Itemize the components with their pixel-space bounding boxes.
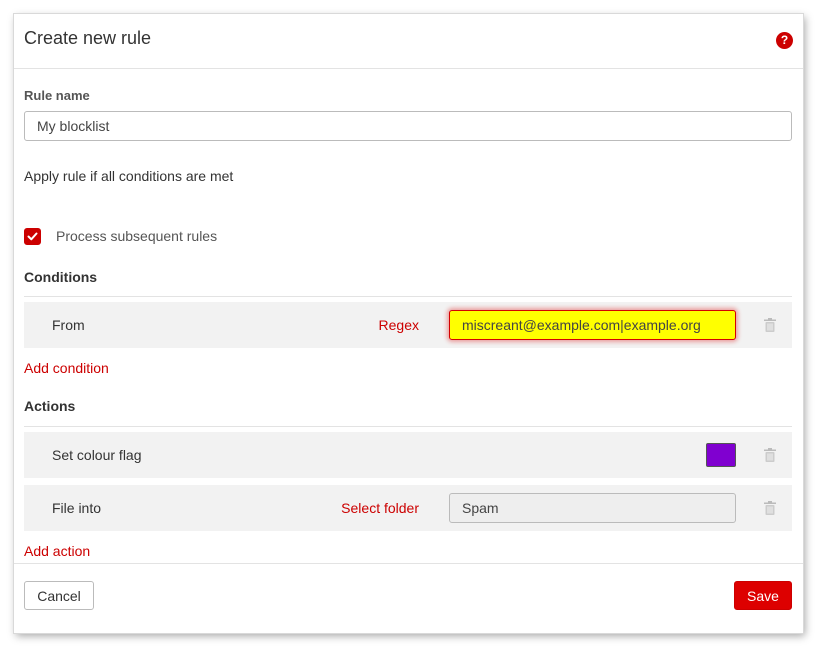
condition-field: From	[52, 317, 85, 333]
create-rule-dialog: Create new rule ? Rule name Apply rule i…	[14, 14, 803, 633]
condition-value-input[interactable]	[449, 310, 736, 340]
apply-rule-text: Apply rule if all conditions are met	[24, 168, 234, 184]
delete-action-trash-icon[interactable]	[764, 501, 776, 515]
select-folder-link[interactable]: Select folder	[338, 500, 419, 516]
conditions-title: Conditions	[24, 269, 98, 285]
dialog-header: Create new rule ?	[14, 14, 803, 69]
action-row-colour-flag: Set colour flag	[24, 432, 792, 478]
condition-mode-link[interactable]: Regex	[378, 317, 419, 333]
colour-flag-swatch[interactable]	[706, 443, 736, 467]
dialog-title: Create new rule	[24, 28, 152, 48]
folder-input[interactable]	[449, 493, 736, 523]
condition-row: From Regex	[24, 302, 792, 348]
conditions-divider	[24, 296, 792, 297]
actions-divider	[24, 426, 792, 427]
save-button[interactable]: Save	[734, 581, 792, 610]
add-condition-link[interactable]: Add condition	[24, 360, 109, 376]
process-subsequent-label: Process subsequent rules	[56, 228, 218, 244]
help-icon[interactable]: ?	[776, 32, 793, 49]
delete-action-trash-icon[interactable]	[764, 448, 776, 462]
cancel-button[interactable]: Cancel	[24, 581, 94, 610]
action-label: File into	[52, 500, 102, 516]
process-subsequent-checkbox[interactable]	[24, 228, 41, 245]
rule-name-label: Rule name	[24, 88, 90, 103]
dialog-footer: Cancel Save	[14, 563, 803, 633]
actions-title: Actions	[24, 398, 76, 414]
add-action-link[interactable]: Add action	[24, 543, 90, 559]
checkmark-icon	[27, 232, 38, 241]
action-row-file-into: File into Select folder	[24, 485, 792, 531]
rule-name-input[interactable]	[24, 111, 792, 141]
action-label: Set colour flag	[52, 447, 142, 463]
delete-condition-trash-icon[interactable]	[764, 318, 776, 332]
